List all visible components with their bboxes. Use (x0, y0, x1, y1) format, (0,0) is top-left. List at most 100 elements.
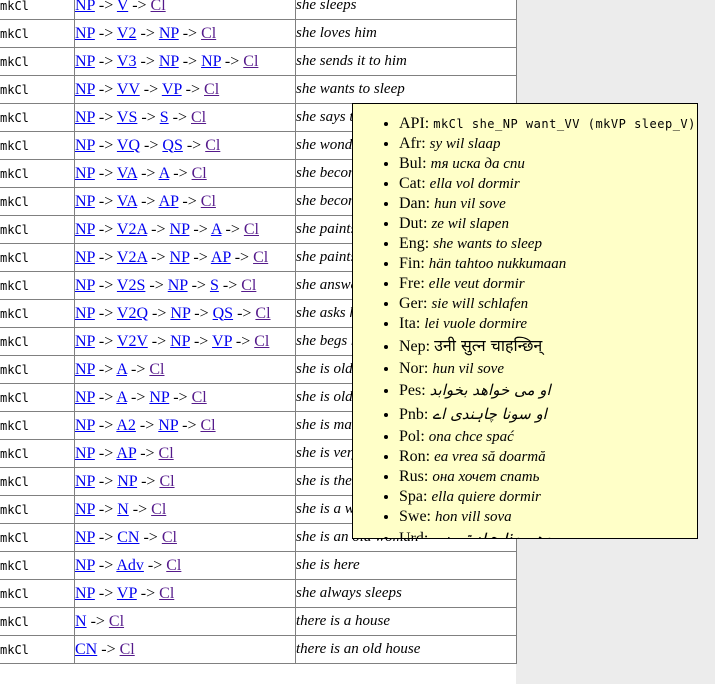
rule-link-a2[interactable]: A2 (116, 417, 136, 434)
rule-link-np[interactable]: NP (75, 0, 95, 14)
rule-link-qs[interactable]: QS (213, 305, 233, 322)
rule-link-np[interactable]: NP (75, 81, 95, 98)
rule-link-np[interactable]: NP (149, 389, 169, 406)
rule-link-v[interactable]: V (117, 0, 128, 14)
rule-link-s[interactable]: S (210, 277, 219, 294)
function-name-cell: mkCl (0, 272, 75, 300)
rule-link-v3[interactable]: V3 (117, 53, 137, 70)
rule-link-np[interactable]: NP (201, 53, 221, 70)
rule-link-np[interactable]: NP (168, 277, 188, 294)
rule-link-n[interactable]: N (117, 501, 129, 518)
rule-link-np[interactable]: NP (75, 165, 95, 182)
translation-item: Bul: тя иска да спи (399, 154, 693, 174)
rule-link-vv[interactable]: VV (117, 81, 140, 98)
rule-link-cl[interactable]: Cl (200, 417, 215, 434)
rule-link-cl[interactable]: Cl (191, 109, 206, 126)
rule-link-cl[interactable]: Cl (201, 193, 216, 210)
rule-link-cl[interactable]: Cl (201, 25, 216, 42)
rule-link-np[interactable]: NP (75, 53, 95, 70)
rule-link-np[interactable]: NP (170, 305, 190, 322)
rule-link-cl[interactable]: Cl (159, 445, 174, 462)
rule-link-np[interactable]: NP (75, 361, 95, 378)
rule-link-v2[interactable]: V2 (117, 25, 137, 42)
rule-link-cl[interactable]: Cl (243, 53, 258, 70)
rule-link-np[interactable]: NP (170, 333, 190, 350)
rule-link-cl[interactable]: Cl (120, 641, 135, 658)
rule-link-vp[interactable]: VP (212, 333, 232, 350)
rule-link-np[interactable]: NP (117, 473, 137, 490)
rule-link-np[interactable]: NP (75, 25, 95, 42)
rule-link-cl[interactable]: Cl (192, 165, 207, 182)
rule-link-cl[interactable]: Cl (254, 333, 269, 350)
rule-link-np[interactable]: NP (75, 445, 95, 462)
rule-link-np[interactable]: NP (75, 137, 95, 154)
rule-link-cl[interactable]: Cl (192, 389, 207, 406)
rule-link-np[interactable]: NP (75, 389, 95, 406)
translation-value: وہ سونا چاہتی ہے (432, 529, 552, 539)
rule-link-np[interactable]: NP (75, 473, 95, 490)
translations-tooltip: API: mkCl she_NP want_VV (mkVP sleep_V)A… (352, 103, 698, 539)
rule-link-vp[interactable]: VP (162, 81, 182, 98)
rule-cell: NP -> V2V -> NP -> VP -> Cl (75, 328, 296, 356)
rule-link-adv[interactable]: Adv (116, 557, 144, 574)
rule-link-a[interactable]: A (116, 389, 127, 406)
rule-link-n[interactable]: N (75, 613, 87, 630)
translation-value: она хочет спать (432, 469, 539, 485)
rule-link-ap[interactable]: AP (211, 249, 231, 266)
rule-link-s[interactable]: S (160, 109, 169, 126)
rule-link-vs[interactable]: VS (117, 109, 137, 126)
rule-link-np[interactable]: NP (75, 249, 95, 266)
rule-link-cl[interactable]: Cl (159, 585, 174, 602)
rule-link-cl[interactable]: Cl (241, 277, 256, 294)
arrow-separator: -> (169, 165, 191, 182)
rule-link-np[interactable]: NP (75, 501, 95, 518)
rule-link-np[interactable]: NP (75, 221, 95, 238)
rule-link-v2a[interactable]: V2A (117, 249, 147, 266)
rule-link-np[interactable]: NP (159, 53, 179, 70)
rule-link-np[interactable]: NP (75, 585, 95, 602)
rule-link-np[interactable]: NP (75, 417, 95, 434)
rule-link-vq[interactable]: VQ (117, 137, 140, 154)
rule-link-cl[interactable]: Cl (255, 305, 270, 322)
rule-link-cl[interactable]: Cl (151, 0, 166, 14)
rule-link-cn[interactable]: CN (117, 529, 139, 546)
rule-link-cl[interactable]: Cl (159, 473, 174, 490)
rule-link-cl[interactable]: Cl (244, 221, 259, 238)
rule-link-v2a[interactable]: V2A (117, 221, 147, 238)
rule-link-v2v[interactable]: V2V (117, 333, 148, 350)
rule-link-cl[interactable]: Cl (205, 137, 220, 154)
rule-link-np[interactable]: NP (75, 277, 95, 294)
rule-link-np[interactable]: NP (75, 557, 95, 574)
rule-link-cl[interactable]: Cl (253, 249, 268, 266)
rule-link-cl[interactable]: Cl (162, 529, 177, 546)
rule-link-v2s[interactable]: V2S (117, 277, 145, 294)
rule-link-vp[interactable]: VP (117, 585, 137, 602)
function-name-cell: mkCl (0, 412, 75, 440)
rule-link-cl[interactable]: Cl (166, 557, 181, 574)
rule-link-np[interactable]: NP (75, 193, 95, 210)
rule-link-a[interactable]: A (211, 221, 222, 238)
rule-link-v2q[interactable]: V2Q (117, 305, 148, 322)
rule-link-a[interactable]: A (159, 165, 170, 182)
language-label: Pnb: (399, 406, 432, 423)
rule-link-cl[interactable]: Cl (151, 501, 166, 518)
rule-link-cl[interactable]: Cl (149, 361, 164, 378)
rule-link-np[interactable]: NP (75, 305, 95, 322)
rule-link-a[interactable]: A (116, 361, 127, 378)
rule-link-va[interactable]: VA (117, 165, 137, 182)
rule-link-cn[interactable]: CN (75, 641, 97, 658)
rule-link-np[interactable]: NP (170, 221, 190, 238)
translation-item: Eng: she wants to sleep (399, 234, 693, 254)
rule-link-np[interactable]: NP (75, 333, 95, 350)
rule-link-np[interactable]: NP (75, 109, 95, 126)
rule-link-np[interactable]: NP (158, 417, 178, 434)
rule-link-np[interactable]: NP (75, 529, 95, 546)
rule-link-ap[interactable]: AP (116, 445, 136, 462)
rule-link-va[interactable]: VA (117, 193, 137, 210)
rule-link-cl[interactable]: Cl (204, 81, 219, 98)
rule-link-np[interactable]: NP (159, 25, 179, 42)
rule-link-np[interactable]: NP (170, 249, 190, 266)
rule-link-ap[interactable]: AP (159, 193, 179, 210)
rule-link-qs[interactable]: QS (162, 137, 182, 154)
rule-link-cl[interactable]: Cl (109, 613, 124, 630)
